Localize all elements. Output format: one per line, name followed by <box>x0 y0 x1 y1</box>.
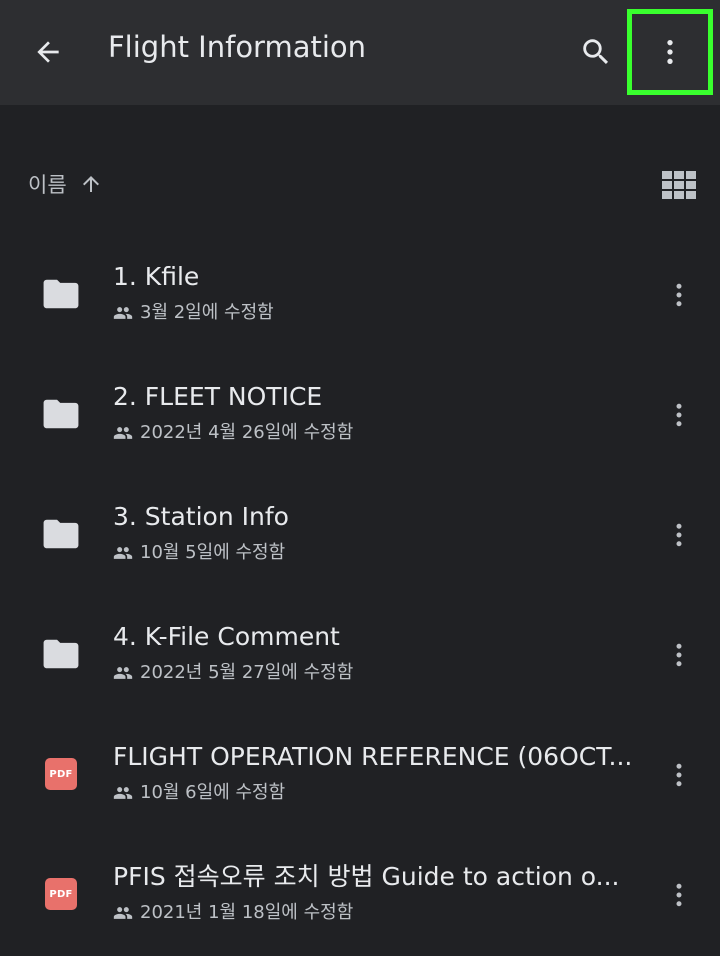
item-more-button[interactable] <box>656 872 702 918</box>
grid-view-icon <box>662 171 696 199</box>
people-icon <box>113 783 133 803</box>
file-name: FLIGHT OPERATION REFERENCE (06OCT... <box>113 742 633 771</box>
modified-date: 2022년 5월 27일에 수정함 <box>140 662 354 683</box>
list-item[interactable]: 4. K-File Comment 2022년 5월 27일에 수정함 <box>0 596 720 716</box>
modified-date: 10월 5일에 수정함 <box>140 542 286 563</box>
pdf-icon: PDF <box>40 753 82 795</box>
more-vert-icon <box>667 40 673 64</box>
people-icon <box>113 543 133 563</box>
arrow-up-icon <box>79 172 103 196</box>
arrow-back-icon <box>37 41 59 63</box>
sort-by-name-button[interactable]: 이름 <box>28 164 103 204</box>
search-icon <box>583 39 609 65</box>
list-item[interactable]: 2. FLEET NOTICE 2022년 4월 26일에 수정함 <box>0 356 720 476</box>
item-more-button[interactable] <box>656 752 702 798</box>
folder-icon <box>40 513 82 555</box>
file-name: 3. Station Info <box>113 502 289 531</box>
list-item[interactable]: PDF FLIGHT OPERATION REFERENCE (06OCT...… <box>0 716 720 836</box>
more-vert-icon <box>676 403 682 427</box>
page-title: Flight Information <box>108 30 367 64</box>
item-more-button[interactable] <box>656 272 702 318</box>
grid-view-button[interactable] <box>659 165 699 205</box>
folder-icon <box>40 633 82 675</box>
pdf-badge: PDF <box>45 878 77 910</box>
back-button[interactable] <box>20 24 76 80</box>
item-more-button[interactable] <box>656 512 702 558</box>
file-list: 1. Kfile 3월 2일에 수정함 2. FLEET NOTICE 2022… <box>0 236 720 956</box>
file-name: 4. K-File Comment <box>113 622 340 651</box>
list-item[interactable]: 3. Station Info 10월 5일에 수정함 <box>0 476 720 596</box>
people-icon <box>113 663 133 683</box>
pdf-icon: PDF <box>40 873 82 915</box>
list-item[interactable]: PDF PFIS 접속오류 조치 방법 Guide to action o...… <box>0 836 720 956</box>
item-more-button[interactable] <box>656 392 702 438</box>
sort-label: 이름 <box>28 173 67 197</box>
list-item[interactable]: 1. Kfile 3월 2일에 수정함 <box>0 236 720 356</box>
modified-date: 10월 6일에 수정함 <box>140 782 286 803</box>
file-name: 2. FLEET NOTICE <box>113 382 323 411</box>
item-more-button[interactable] <box>656 632 702 678</box>
file-name: PFIS 접속오류 조치 방법 Guide to action o... <box>113 862 620 891</box>
more-options-button[interactable] <box>627 9 713 95</box>
more-vert-icon <box>676 523 682 547</box>
more-vert-icon <box>676 643 682 667</box>
modified-date: 2022년 4월 26일에 수정함 <box>140 422 354 443</box>
folder-icon <box>40 273 82 315</box>
more-vert-icon <box>676 883 682 907</box>
people-icon <box>113 423 133 443</box>
folder-icon <box>40 393 82 435</box>
file-name: 1. Kfile <box>113 262 200 291</box>
more-vert-icon <box>676 283 682 307</box>
people-icon <box>113 903 133 923</box>
pdf-badge: PDF <box>45 758 77 790</box>
modified-date: 3월 2일에 수정함 <box>140 302 274 323</box>
app-bar: Flight Information <box>0 0 720 105</box>
more-vert-icon <box>676 763 682 787</box>
search-button[interactable] <box>568 24 624 80</box>
modified-date: 2021년 1월 18일에 수정함 <box>140 902 354 923</box>
sort-bar: 이름 <box>0 152 720 216</box>
people-icon <box>113 303 133 323</box>
